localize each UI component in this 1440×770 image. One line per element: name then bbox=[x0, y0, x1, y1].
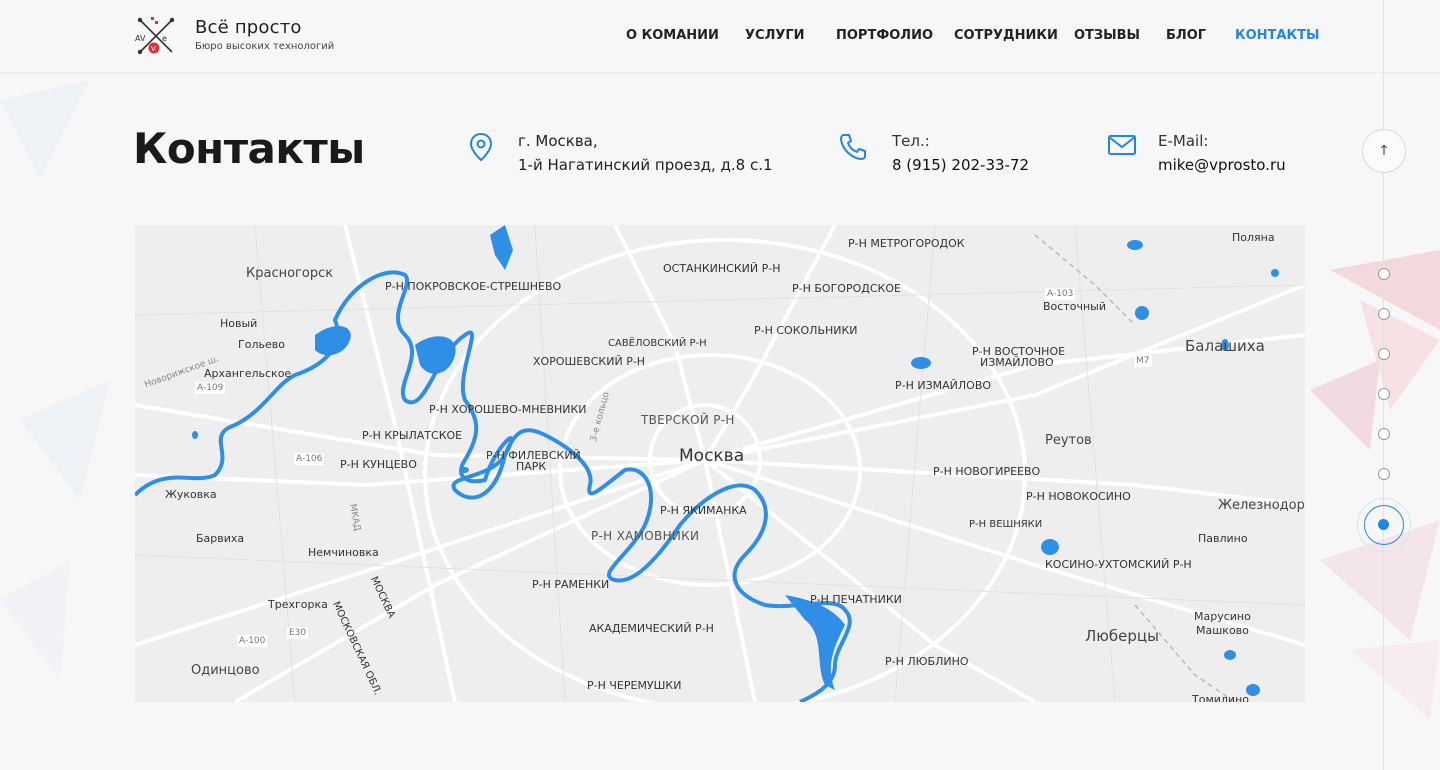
site-header: V AV e Всё просто Бюро высоких технологи… bbox=[0, 0, 1440, 72]
phone-value[interactable]: 8 (915) 202-33-72 bbox=[892, 156, 1029, 174]
svg-text:e: e bbox=[162, 34, 167, 43]
nav-item-portfolio[interactable]: ПОРТФОЛИО bbox=[836, 28, 933, 43]
nav-item-reviews[interactable]: ОТЗЫВЫ bbox=[1074, 28, 1140, 43]
map-label: E30 bbox=[287, 627, 309, 639]
map-label: Марусино bbox=[1194, 610, 1251, 623]
map-label: Р-Н ПОКРОВСКОЕ-СТРЕШНЕВО bbox=[385, 280, 562, 293]
map-label: Красногорск bbox=[246, 266, 334, 281]
map[interactable]: Красногорск Р-Н ПОКРОВСКОЕ-СТРЕШНЕВО Нов… bbox=[135, 225, 1305, 702]
map-label: Р-Н ПЕЧАТНИКИ bbox=[810, 593, 902, 606]
map-label: Москва bbox=[679, 446, 745, 466]
map-label: A-100 bbox=[237, 635, 268, 647]
map-label: Р-Н КУНЦЕВО bbox=[340, 458, 417, 471]
map-label: Восточный bbox=[1043, 300, 1106, 313]
map-label: Барвиха bbox=[196, 532, 245, 545]
map-label: Р-Н ЯКИМАНКА bbox=[660, 504, 747, 517]
map-label: Машково bbox=[1196, 624, 1249, 637]
svg-text:V: V bbox=[151, 45, 156, 53]
map-label: Р-Н МЕТРОГОРОДОК bbox=[848, 237, 965, 250]
map-label: Р-Н НОВОКОСИНО bbox=[1026, 490, 1131, 503]
section-dot-4[interactable] bbox=[1378, 388, 1390, 400]
section-dot-1[interactable] bbox=[1378, 268, 1390, 280]
map-label: Балашиха bbox=[1185, 337, 1265, 355]
map-label: ТВЕРСКОЙ Р-Н bbox=[641, 413, 735, 427]
section-dot-2[interactable] bbox=[1378, 308, 1390, 320]
section-dot-6[interactable] bbox=[1378, 468, 1390, 480]
section-dot-3[interactable] bbox=[1378, 348, 1390, 360]
map-label: Томилино bbox=[1192, 693, 1249, 703]
logo-icon[interactable]: V AV e bbox=[134, 14, 178, 58]
section-dot-5[interactable] bbox=[1378, 428, 1390, 440]
nav-item-about[interactable]: О КОМАНИИ bbox=[626, 28, 719, 43]
map-label: A-109 bbox=[195, 382, 226, 394]
map-label: Р-Н ХОРОШЕВО-МНЕВНИКИ bbox=[429, 403, 587, 416]
address-line-2: 1-й Нагатинский проезд, д.8 с.1 bbox=[518, 156, 773, 174]
nav-item-staff[interactable]: СОТРУДНИКИ bbox=[954, 28, 1058, 43]
map-label: АКАДЕМИЧЕСКИЙ Р-Н bbox=[589, 622, 714, 635]
map-label: Р-Н СОКОЛЬНИКИ bbox=[754, 324, 858, 337]
map-label: M7 bbox=[1134, 355, 1152, 367]
address-line-1: г. Москва, bbox=[518, 132, 598, 150]
map-label: Р-Н ВЕШНЯКИ bbox=[969, 519, 1043, 530]
side-rail bbox=[1383, 0, 1384, 770]
map-label: Жуковка bbox=[165, 488, 217, 501]
map-label: Поляна bbox=[1232, 231, 1275, 244]
map-label: Новый bbox=[220, 317, 258, 330]
map-label: Железнодоро bbox=[1218, 498, 1305, 513]
map-label: Гольево bbox=[238, 338, 285, 351]
map-label: Люберцы bbox=[1085, 627, 1159, 645]
map-label: САВЁЛОВСКИЙ Р-Н bbox=[608, 338, 707, 349]
map-label: Р-Н ИЗМАЙЛОВО bbox=[895, 379, 992, 392]
map-label: Немчиновка bbox=[308, 546, 379, 559]
phone-label: Тел.: bbox=[892, 132, 930, 150]
map-label: Реутов bbox=[1045, 433, 1092, 448]
map-label: Трехгорка bbox=[268, 598, 328, 611]
phone-icon bbox=[840, 134, 866, 160]
map-label: ИЗМАЙЛОВО bbox=[980, 356, 1054, 369]
map-label: Р-Н РАМЕНКИ bbox=[532, 578, 610, 591]
map-label: Павлино bbox=[1198, 532, 1248, 545]
nav-item-blog[interactable]: БЛОГ bbox=[1166, 28, 1206, 43]
scroll-up-button[interactable]: ↑ bbox=[1362, 129, 1406, 173]
header-divider bbox=[0, 72, 1440, 73]
nav-item-services[interactable]: УСЛУГИ bbox=[745, 28, 805, 43]
map-label: Р-Н ХАМОВНИКИ bbox=[591, 529, 700, 543]
map-label: Р-Н ЛЮБЛИНО bbox=[885, 655, 969, 668]
map-label: A-103 bbox=[1045, 288, 1076, 300]
map-label: ХОРОШЕВСКИЙ Р-Н bbox=[533, 355, 646, 368]
map-label: ОСТАНКИНСКИЙ Р-Н bbox=[663, 262, 781, 275]
page-title: Контакты bbox=[133, 124, 365, 173]
map-pin-icon bbox=[469, 132, 493, 162]
map-label: Р-Н ЧЕРЕМУШКИ bbox=[587, 679, 682, 692]
map-label: ПАРК bbox=[516, 460, 547, 473]
map-label: Р-Н НОВОГИРЕЕВО bbox=[933, 465, 1041, 478]
svg-text:AV: AV bbox=[135, 34, 146, 43]
map-label: Одинцово bbox=[191, 663, 260, 678]
map-label: Р-Н КРЫЛАТСКОЕ bbox=[362, 429, 463, 442]
map-label: Архангельское bbox=[204, 367, 292, 380]
brand-title[interactable]: Всё просто bbox=[195, 17, 302, 38]
envelope-icon bbox=[1108, 135, 1136, 155]
brand-subtitle: Бюро высоких технологий bbox=[195, 41, 335, 52]
nav-item-contacts[interactable]: КОНТАКТЫ bbox=[1235, 28, 1319, 43]
map-label: A-106 bbox=[294, 453, 325, 465]
map-label: КОСИНО-УХТОМСКИЙ Р-Н bbox=[1045, 558, 1192, 571]
section-dot-7-active[interactable] bbox=[1378, 519, 1389, 530]
map-label: Р-Н БОГОРОДСКОЕ bbox=[792, 282, 901, 295]
email-label: E-Mail: bbox=[1158, 132, 1209, 150]
email-value[interactable]: mike@vprosto.ru bbox=[1158, 156, 1286, 174]
